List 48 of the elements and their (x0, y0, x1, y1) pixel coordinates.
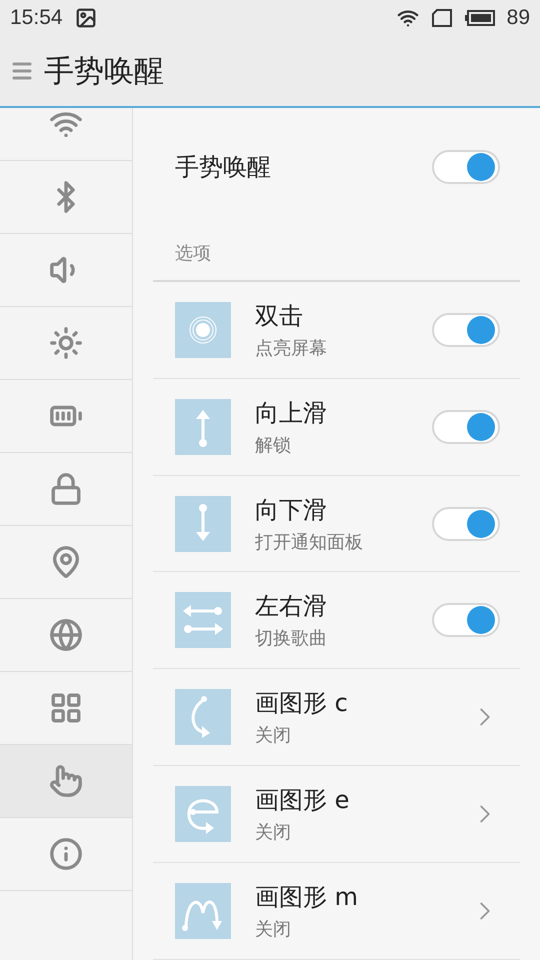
image-icon (74, 7, 97, 29)
toggle-switch[interactable] (432, 312, 500, 347)
option-row[interactable]: 左右滑 切换歌曲 (153, 572, 520, 670)
page-title: 手势唤醒 (44, 52, 164, 90)
swipe-up-icon (175, 398, 231, 455)
clock: 15:54 (10, 6, 63, 30)
lock-icon (49, 472, 83, 506)
toggle-switch[interactable] (432, 150, 500, 184)
battery-percent: 89 (506, 6, 530, 30)
option-title: 画图形 c (255, 688, 349, 720)
option-title: 向上滑 (255, 398, 328, 429)
swipe-down-icon (175, 496, 231, 552)
battery-icon (464, 10, 495, 26)
option-title: 双击 (255, 300, 304, 332)
letter-m-gesture-icon (175, 883, 231, 940)
option-row[interactable]: 向上滑 解锁 (153, 378, 520, 476)
sun-icon (49, 326, 83, 360)
grid-icon (49, 691, 83, 725)
option-title: 画图形 m (255, 882, 360, 914)
setting-label: 手势唤醒 (175, 152, 272, 183)
option-title: 画图形 e (255, 785, 350, 816)
option-row[interactable]: 双击 点亮屏幕 (153, 282, 520, 379)
option-subtitle: 解锁 (255, 434, 292, 457)
info-icon (49, 837, 83, 871)
swipe-sideways-icon (175, 592, 231, 648)
section-title: 选项 (175, 242, 211, 265)
toggle-switch[interactable] (432, 506, 500, 541)
option-row[interactable]: 画图形 m 关闭 (153, 863, 520, 960)
option-subtitle: 打开通知面板 (255, 530, 364, 554)
toggle-switch[interactable] (432, 410, 500, 444)
option-subtitle: 切换歌曲 (255, 627, 328, 650)
option-row[interactable]: 画图形 c 关闭 (153, 669, 520, 766)
sim-card-icon (430, 9, 453, 27)
option-subtitle: 关闭 (255, 918, 292, 942)
toggle-switch[interactable] (432, 603, 500, 638)
double-tap-icon (175, 302, 231, 358)
option-subtitle: 关闭 (255, 724, 292, 748)
option-row[interactable]: 向下滑 打开通知面板 (153, 476, 520, 572)
sidebar-item[interactable] (0, 745, 132, 818)
hand-icon (49, 764, 83, 798)
letter-e-gesture-icon (175, 786, 231, 842)
option-title: 左右滑 (255, 591, 328, 622)
option-subtitle: 点亮屏幕 (255, 336, 328, 360)
globe-icon (49, 618, 83, 652)
option-subtitle: 关闭 (255, 821, 292, 844)
option-title: 向下滑 (255, 494, 328, 526)
letter-c-gesture-icon (175, 689, 231, 746)
option-row[interactable]: 画图形 e 关闭 (153, 766, 520, 864)
